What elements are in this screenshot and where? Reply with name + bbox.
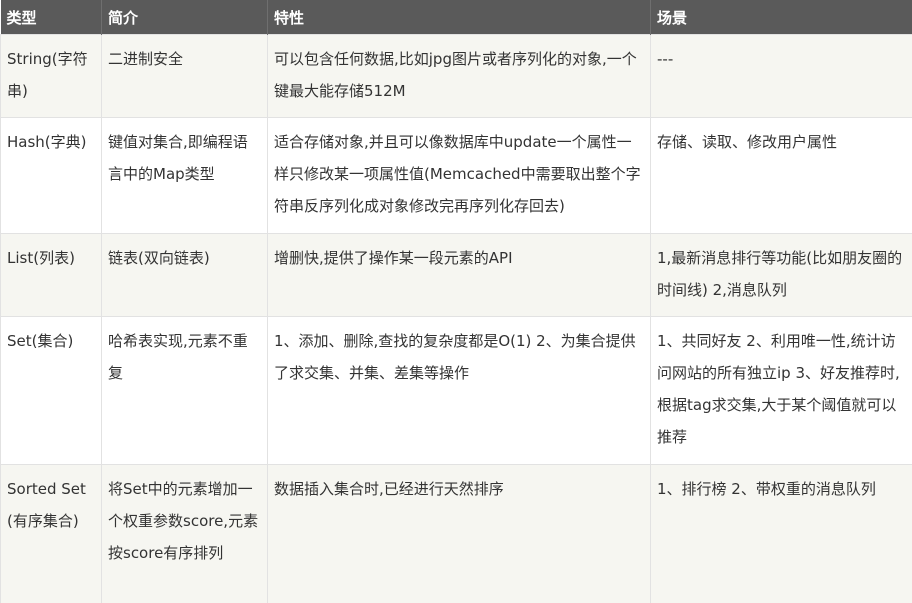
cell-features: 增删快,提供了操作某一段元素的API [267, 233, 651, 317]
table-row: String(字符串) 二进制安全 可以包含任何数据,比如jpg图片或者序列化的… [0, 34, 912, 118]
cell-features: 数据插入集合时,已经进行天然排序 [267, 464, 651, 603]
header-row: 类型 简介 特性 场景 [0, 0, 912, 35]
table-row: Sorted Set(有序集合) 将Set中的元素增加一个权重参数score,元… [0, 464, 912, 603]
cell-type: Set(集合) [0, 316, 102, 465]
cell-scenarios: 存储、读取、修改用户属性 [650, 117, 912, 234]
table-row: Hash(字典) 键值对集合,即编程语言中的Map类型 适合存储对象,并且可以像… [0, 117, 912, 234]
cell-intro: 链表(双向链表) [101, 233, 268, 317]
cell-intro: 二进制安全 [101, 34, 268, 118]
cell-scenarios: --- [650, 34, 912, 118]
cell-intro: 键值对集合,即编程语言中的Map类型 [101, 117, 268, 234]
cell-type: String(字符串) [0, 34, 102, 118]
header-features: 特性 [267, 0, 651, 35]
header-scenarios: 场景 [650, 0, 912, 35]
cell-features: 适合存储对象,并且可以像数据库中update一个属性一样只修改某一项属性值(Me… [267, 117, 651, 234]
redis-types-table: 类型 简介 特性 场景 String(字符串) 二进制安全 可以包含任何数据,比… [0, 0, 912, 603]
cell-type: List(列表) [0, 233, 102, 317]
cell-intro: 将Set中的元素增加一个权重参数score,元素按score有序排列 [101, 464, 268, 603]
header-intro: 简介 [101, 0, 268, 35]
table-row: List(列表) 链表(双向链表) 增删快,提供了操作某一段元素的API 1,最… [0, 233, 912, 317]
cell-scenarios: 1、排行榜 2、带权重的消息队列 [650, 464, 912, 603]
cell-features: 可以包含任何数据,比如jpg图片或者序列化的对象,一个键最大能存储512M [267, 34, 651, 118]
cell-scenarios: 1、共同好友 2、利用唯一性,统计访问网站的所有独立ip 3、好友推荐时,根据t… [650, 316, 912, 465]
cell-features: 1、添加、删除,查找的复杂度都是O(1) 2、为集合提供了求交集、并集、差集等操… [267, 316, 651, 465]
cell-scenarios: 1,最新消息排行等功能(比如朋友圈的时间线) 2,消息队列 [650, 233, 912, 317]
cell-type: Hash(字典) [0, 117, 102, 234]
table-row: Set(集合) 哈希表实现,元素不重复 1、添加、删除,查找的复杂度都是O(1)… [0, 316, 912, 465]
cell-intro: 哈希表实现,元素不重复 [101, 316, 268, 465]
header-type: 类型 [0, 0, 102, 35]
cell-type: Sorted Set(有序集合) [0, 464, 102, 603]
